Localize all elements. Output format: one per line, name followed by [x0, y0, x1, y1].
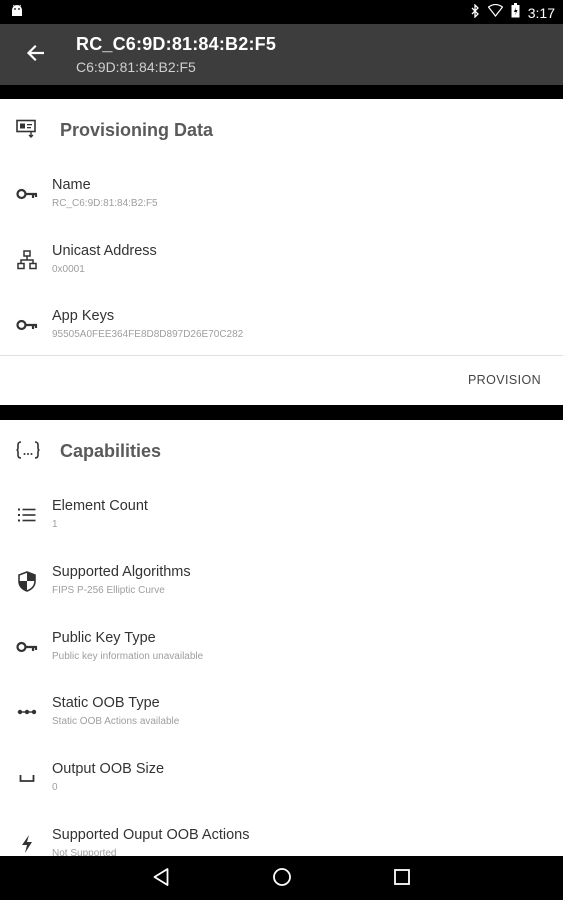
row-label: Supported Ouput OOB Actions — [52, 827, 250, 843]
list-item-element-count[interactable]: Element Count 1 — [0, 490, 563, 550]
list-item-static-oob-type[interactable]: Static OOB Type Static OOB Actions avail… — [0, 687, 563, 747]
android-icon — [10, 4, 24, 23]
space-icon — [16, 767, 38, 789]
provisioning-header: Provisioning Data — [0, 99, 563, 163]
row-value: Static OOB Actions available — [52, 716, 180, 727]
nav-recents-button[interactable] — [390, 867, 414, 891]
bluetooth-icon — [470, 2, 480, 23]
row-value: 95505A0FEE364FE8D8D897D26E70C282 — [52, 329, 244, 340]
list-item-name[interactable]: Name RC_C6:9D:81:84:B2:F5 — [0, 169, 563, 229]
row-label: Element Count — [52, 498, 148, 514]
key-icon — [16, 183, 38, 205]
status-time: 3:17 — [527, 5, 555, 21]
battery-icon — [511, 3, 520, 23]
list-item-output-oob-size[interactable]: Output OOB Size 0 — [0, 753, 563, 813]
arrow-back-icon — [26, 44, 45, 67]
provisioning-icon — [16, 119, 38, 144]
row-value: Public key information unavailable — [52, 651, 204, 662]
provisioning-title: Provisioning Data — [60, 120, 214, 140]
shield-icon — [16, 570, 38, 592]
capabilities-title: Capabilities — [60, 441, 162, 461]
list-item-app-keys[interactable]: App Keys 95505A0FEE364FE8D8D897D26E70C28… — [0, 300, 563, 360]
provisioning-card: Provisioning Data Name RC_C6:9D:81:84:B2… — [0, 99, 563, 405]
nav-back-button[interactable] — [149, 867, 173, 891]
capabilities-header: Capabilities — [0, 420, 563, 484]
flash-icon — [16, 833, 38, 855]
back-button[interactable] — [20, 40, 50, 70]
key-icon — [16, 636, 38, 658]
nav-home-button[interactable] — [270, 867, 294, 891]
row-label: App Keys — [52, 308, 115, 324]
row-label: Static OOB Type — [52, 695, 160, 711]
row-value: FIPS P-256 Elliptic Curve — [52, 585, 165, 596]
list-item-supported-algorithms[interactable]: Supported Algorithms FIPS P-256 Elliptic… — [0, 556, 563, 616]
row-value: Not Supported — [52, 848, 117, 856]
row-value: 0 — [52, 782, 58, 793]
list-item-public-key-type[interactable]: Public Key Type Public key information u… — [0, 622, 563, 682]
list-item-unicast-address[interactable]: Unicast Address 0x0001 — [0, 235, 563, 295]
row-label: Unicast Address — [52, 243, 157, 259]
row-label: Supported Algorithms — [52, 564, 191, 580]
network-icon — [16, 249, 38, 271]
capabilities-card: Capabilities Element Count 1 Supported A… — [0, 420, 563, 856]
wifi-icon — [487, 3, 504, 22]
divider — [0, 355, 563, 356]
list-item-supported-output-oob-actions[interactable]: Supported Ouput OOB Actions Not Supporte… — [0, 819, 563, 856]
navigation-bar — [0, 856, 563, 900]
row-label: Output OOB Size — [52, 761, 165, 777]
list-icon — [16, 504, 38, 526]
back-triangle-icon — [152, 867, 170, 892]
scroll-content[interactable]: Provisioning Data Name RC_C6:9D:81:84:B2… — [0, 85, 563, 856]
row-value: 1 — [52, 519, 58, 530]
row-label: Name — [52, 177, 91, 193]
key-icon — [16, 314, 38, 336]
dots-icon — [16, 701, 38, 723]
page-title: RC_C6:9D:81:84:B2:F5 — [76, 34, 277, 54]
braces-icon — [16, 440, 40, 465]
provision-button[interactable]: PROVISION — [468, 373, 541, 387]
row-label: Public Key Type — [52, 630, 156, 646]
home-circle-icon — [272, 867, 292, 892]
row-value: RC_C6:9D:81:84:B2:F5 — [52, 198, 158, 209]
recents-square-icon — [393, 868, 411, 891]
row-value: 0x0001 — [52, 264, 85, 275]
app-bar: RC_C6:9D:81:84:B2:F5 C6:9D:81:84:B2:F5 — [0, 24, 563, 85]
page-subtitle: C6:9D:81:84:B2:F5 — [76, 59, 196, 75]
status-bar: 3:17 — [0, 0, 563, 24]
